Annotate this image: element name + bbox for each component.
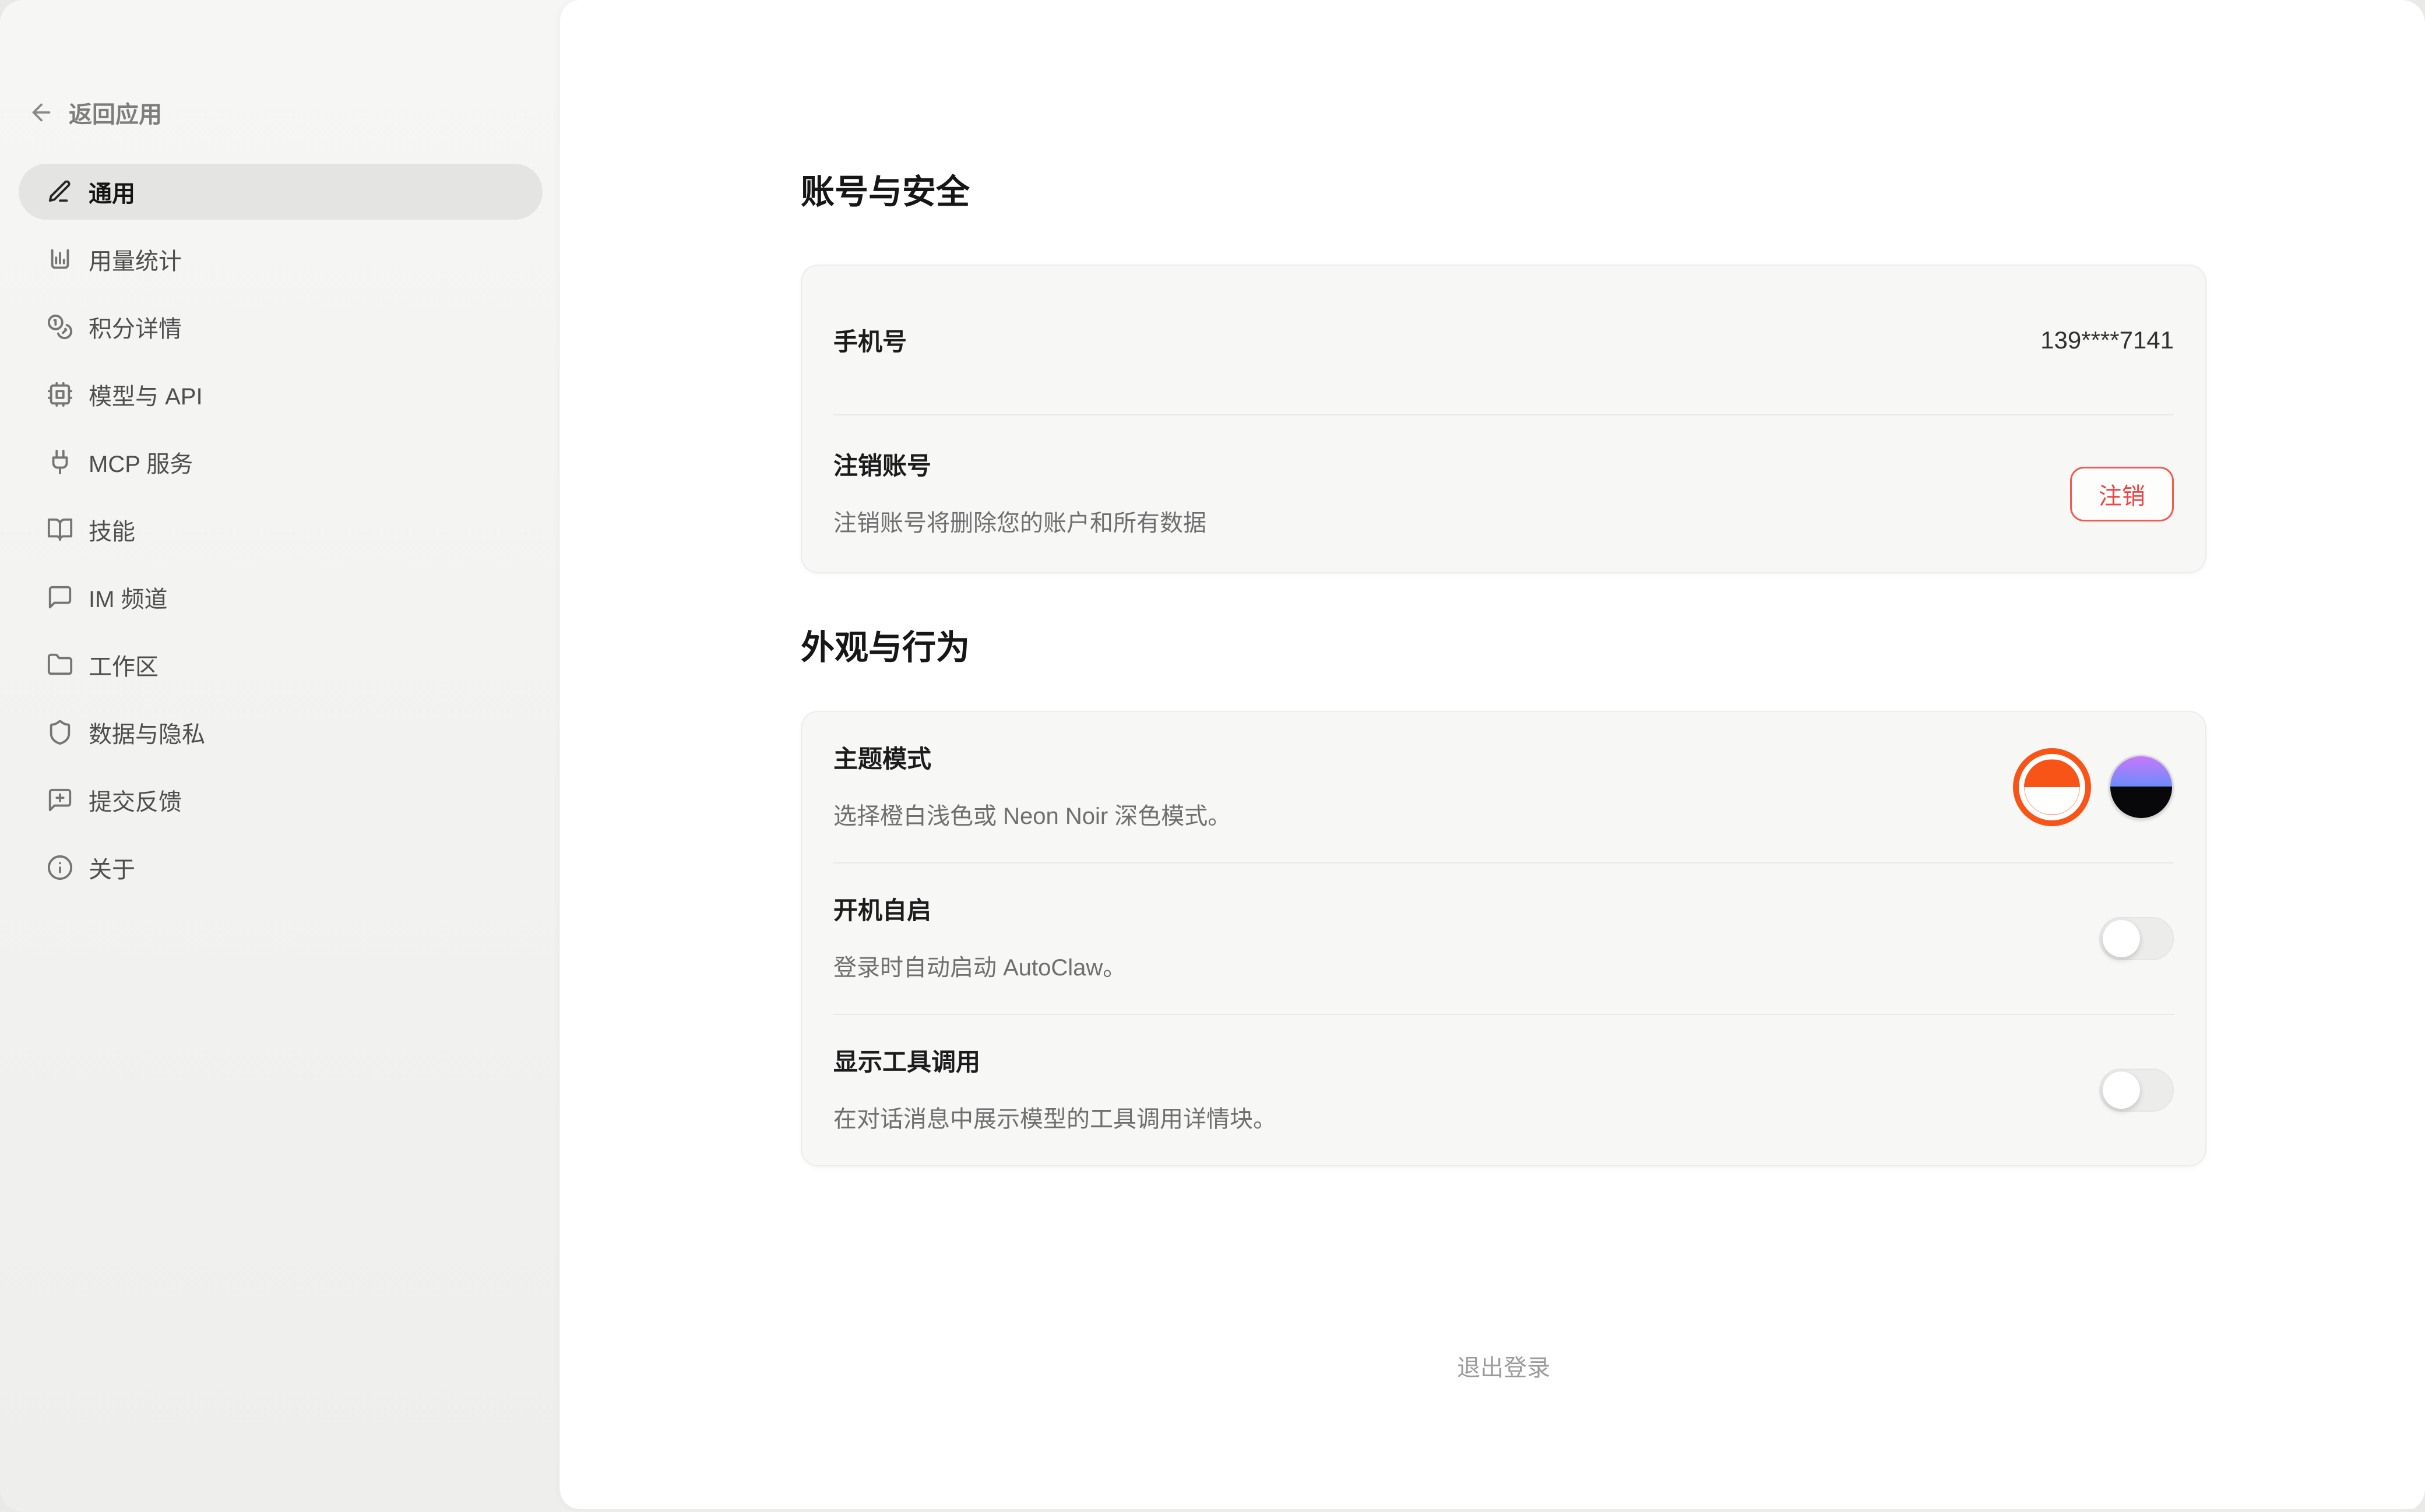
sidebar-item-label: 关于	[89, 851, 135, 884]
sidebar-item-workspace[interactable]: 工作区	[19, 637, 543, 693]
sidebar-item-data-privacy[interactable]: 数据与隐私	[19, 704, 543, 760]
show-tool-calls-row: 显示工具调用 在对话消息中展示模型的工具调用详情块。	[802, 1015, 2205, 1165]
sidebar-item-im-channels[interactable]: IM 频道	[19, 569, 543, 625]
theme-mode-texts: 主题模式 选择橙白浅色或 Neon Noir 深色模式。	[833, 743, 1231, 831]
toggle-knob	[2103, 1072, 2140, 1109]
sidebar-item-label: 提交反馈	[89, 783, 182, 817]
sidebar-item-label: 积分详情	[89, 310, 182, 344]
message-square-icon	[47, 584, 73, 611]
section-title-account-security: 账号与安全	[801, 171, 2206, 213]
phone-number-value: 139****7141	[2040, 326, 2174, 354]
theme-option-orange-light[interactable]	[2013, 748, 2091, 826]
autostart-description: 登录时自动启动 AutoClaw。	[833, 953, 1126, 983]
orange-light-swatch-icon	[2024, 759, 2080, 815]
sidebar-item-about[interactable]: 关于	[19, 840, 543, 896]
delete-account-texts: 注销账号 注销账号将删除您的账户和所有数据	[833, 450, 1206, 538]
phone-number-row: 手机号 139****7141	[802, 266, 2205, 414]
back-to-app-link[interactable]: 返回应用	[28, 96, 162, 129]
theme-mode-description: 选择橙白浅色或 Neon Noir 深色模式。	[833, 801, 1231, 831]
book-open-icon	[47, 516, 73, 543]
sidebar-item-label: 数据与隐私	[89, 716, 205, 749]
sidebar-item-mcp-services[interactable]: MCP 服务	[19, 434, 543, 490]
phone-number-label: 手机号	[833, 322, 907, 358]
delete-account-row: 注销账号 注销账号将删除您的账户和所有数据 注销	[802, 415, 2205, 572]
delete-account-title: 注销账号	[833, 450, 1206, 482]
sidebar-item-feedback[interactable]: 提交反馈	[19, 772, 543, 828]
info-icon	[47, 854, 73, 881]
sidebar-item-usage-stats[interactable]: 用量统计	[19, 231, 543, 287]
sidebar-item-models-api[interactable]: 模型与 API	[19, 366, 543, 422]
theme-swatches	[2013, 748, 2174, 826]
show-tool-calls-title: 显示工具调用	[833, 1046, 1276, 1079]
coins-icon	[47, 313, 73, 340]
settings-window: 返回应用 通用 用量统计 积分详情 模型与 API MCP 服务	[0, 0, 2425, 1512]
sidebar-item-label: 工作区	[89, 648, 159, 682]
sidebar-nav: 通用 用量统计 积分详情 模型与 API MCP 服务 技能	[19, 164, 543, 896]
toggle-knob	[2103, 920, 2140, 957]
delete-account-button[interactable]: 注销	[2070, 467, 2174, 521]
account-security-card: 手机号 139****7141 注销账号 注销账号将删除您的账户和所有数据 注销	[801, 265, 2206, 573]
autostart-row: 开机自启 登录时自动启动 AutoClaw。	[802, 864, 2205, 1014]
autostart-toggle[interactable]	[2099, 917, 2174, 960]
sidebar-item-credits[interactable]: 积分详情	[19, 299, 543, 355]
show-tool-calls-description: 在对话消息中展示模型的工具调用详情块。	[833, 1104, 1276, 1134]
pen-icon	[47, 178, 73, 205]
theme-option-neon-noir-dark[interactable]	[2109, 755, 2174, 820]
cpu-icon	[47, 381, 73, 408]
main-panel: 账号与安全 手机号 139****7141 注销账号 注销账号将删除您的账户和所…	[559, 0, 2425, 1509]
sidebar-item-label: MCP 服务	[89, 445, 193, 479]
arrow-left-icon	[28, 99, 55, 126]
sidebar: 返回应用 通用 用量统计 积分详情 模型与 API MCP 服务	[0, 0, 559, 1512]
logout-link[interactable]: 退出登录	[801, 1353, 2206, 1383]
autostart-title: 开机自启	[833, 894, 1126, 927]
message-square-plus-icon	[47, 787, 73, 813]
back-to-app-label: 返回应用	[69, 96, 162, 129]
settings-content: 账号与安全 手机号 139****7141 注销账号 注销账号将删除您的账户和所…	[801, 0, 2206, 1383]
delete-account-description: 注销账号将删除您的账户和所有数据	[833, 508, 1206, 538]
sidebar-item-label: IM 频道	[89, 580, 168, 614]
theme-mode-row: 主题模式 选择橙白浅色或 Neon Noir 深色模式。	[802, 712, 2205, 862]
show-tool-calls-toggle[interactable]	[2099, 1069, 2174, 1112]
folder-icon	[47, 651, 73, 678]
sidebar-item-skills[interactable]: 技能	[19, 502, 543, 558]
theme-mode-title: 主题模式	[833, 743, 1231, 776]
sidebar-item-general[interactable]: 通用	[19, 164, 543, 220]
autostart-texts: 开机自启 登录时自动启动 AutoClaw。	[833, 894, 1126, 983]
sidebar-item-label: 技能	[89, 513, 135, 547]
sidebar-item-label: 用量统计	[89, 242, 182, 276]
sidebar-item-label: 模型与 API	[89, 378, 203, 411]
show-tool-calls-texts: 显示工具调用 在对话消息中展示模型的工具调用详情块。	[833, 1046, 1276, 1134]
plug-icon	[47, 449, 73, 475]
shield-icon	[47, 719, 73, 746]
appearance-behavior-card: 主题模式 选择橙白浅色或 Neon Noir 深色模式。 开机自启 登录时自动	[801, 711, 2206, 1166]
bar-chart-icon	[47, 246, 73, 273]
sidebar-item-label: 通用	[89, 175, 135, 209]
section-title-appearance-behavior: 外观与行为	[801, 627, 2206, 669]
